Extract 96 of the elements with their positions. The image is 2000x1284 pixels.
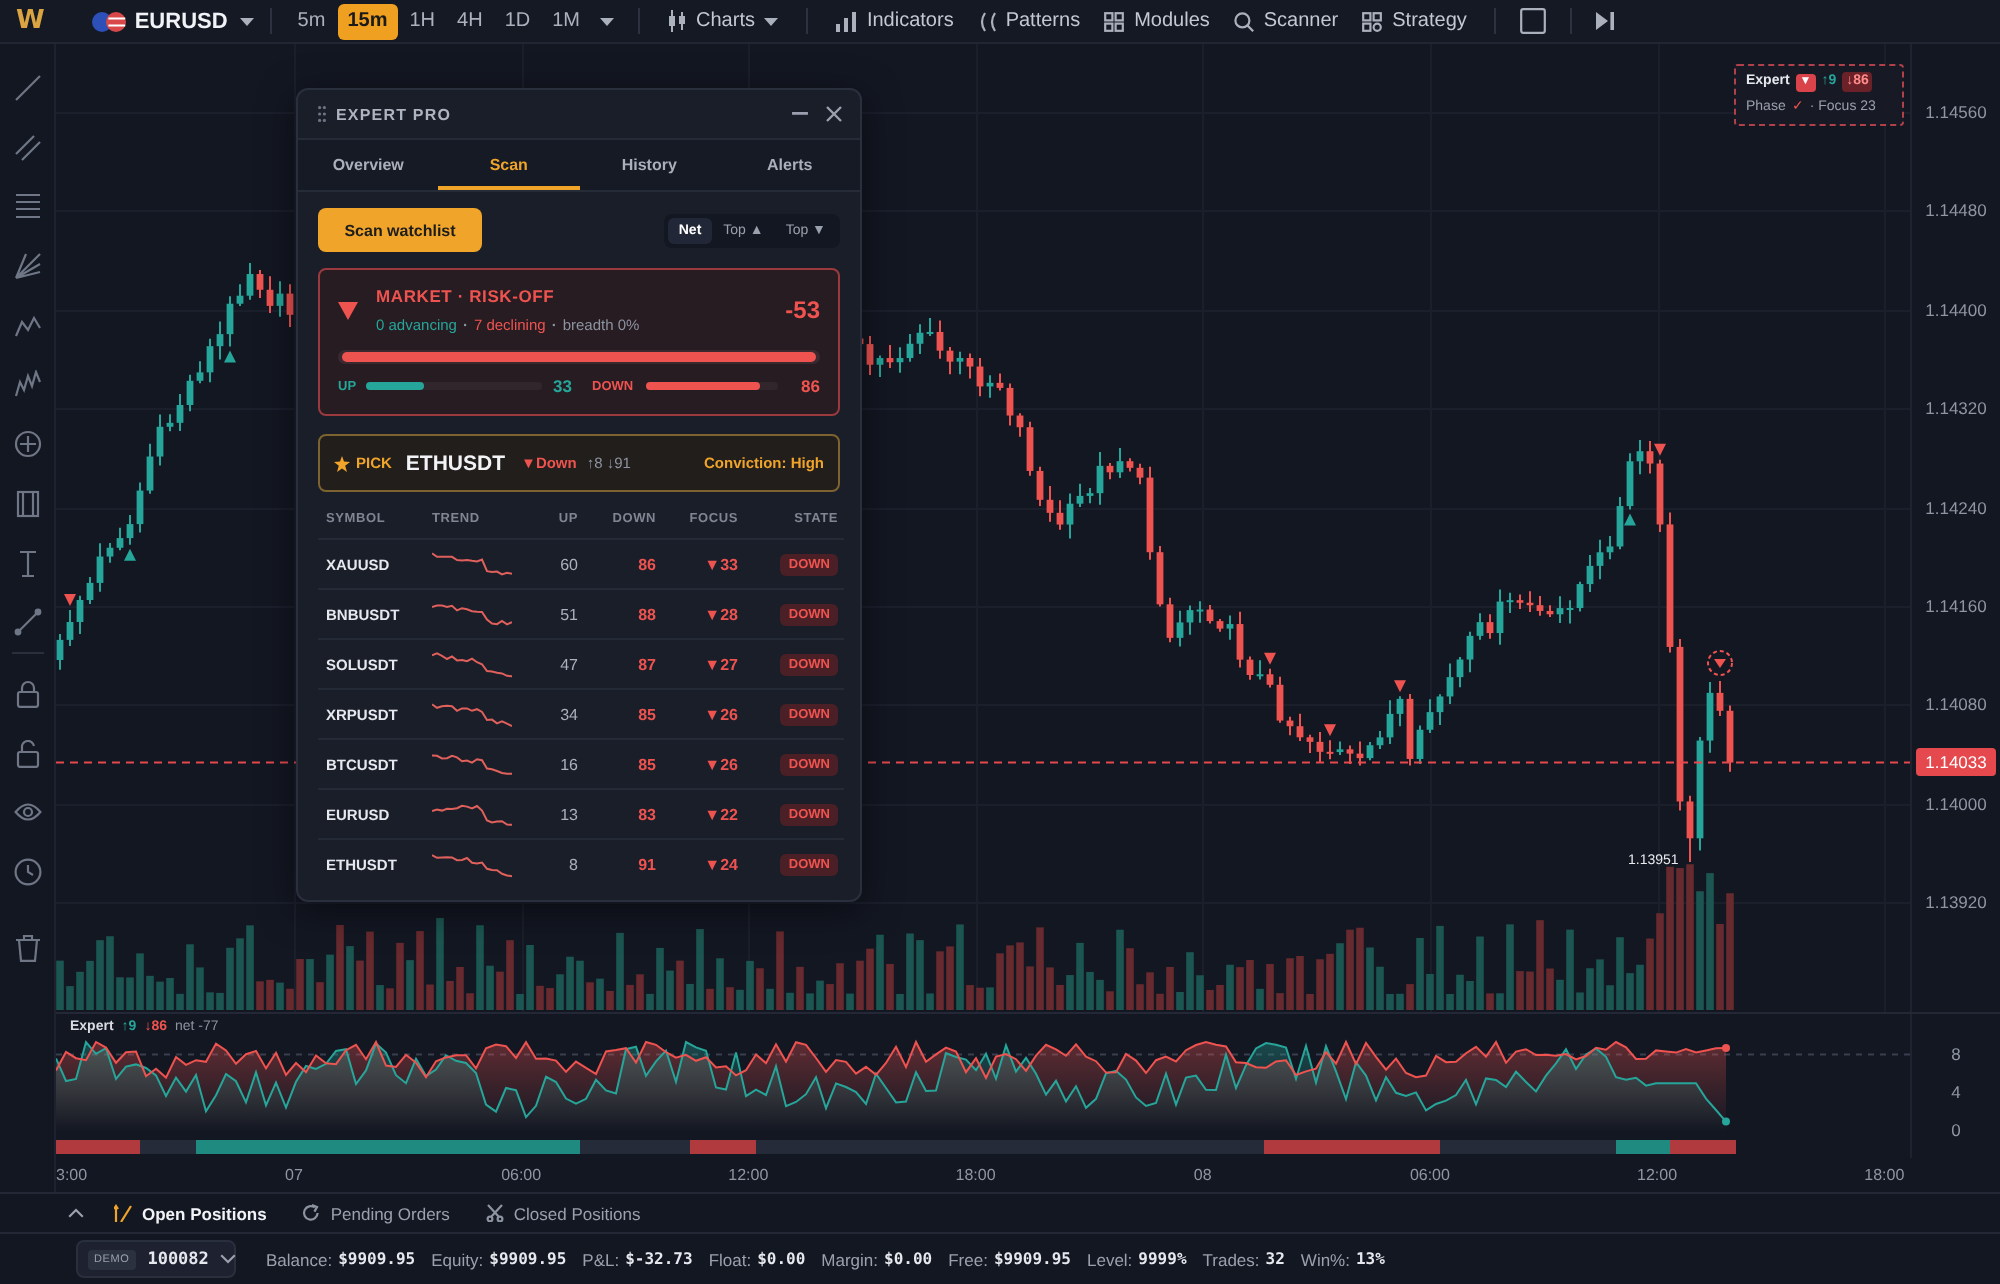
positions-tab[interactable]: Pending Orders <box>302 1197 450 1229</box>
price-axis-label: 1.14400 <box>1925 297 1987 322</box>
logo[interactable]: W <box>16 7 45 35</box>
stat-value: $9909.95 <box>489 1250 567 1268</box>
panel-tab[interactable]: History <box>579 140 720 190</box>
time-label: 06:00 <box>1409 1166 1450 1184</box>
candle-icon <box>668 10 687 32</box>
scan-button[interactable]: Scan watchlist <box>318 208 482 252</box>
bar-chart-icon <box>836 11 857 31</box>
line-segment-icon[interactable] <box>13 608 41 637</box>
wave-icon[interactable] <box>13 370 41 399</box>
price-axis-label: 1.14320 <box>1925 396 1987 421</box>
diagonal-line-icon[interactable] <box>13 74 41 102</box>
unlock-icon[interactable] <box>13 739 41 768</box>
time-label: 3:00 <box>56 1166 88 1184</box>
stat-label: Margin: <box>821 1249 879 1269</box>
caret-icon <box>239 17 254 25</box>
stat-label: Free: <box>948 1249 988 1269</box>
crosshair-icon[interactable] <box>13 430 41 459</box>
time-label: 07 <box>285 1166 303 1184</box>
caret-icon[interactable] <box>600 17 615 25</box>
price-tag: 1.14033 <box>1916 748 1996 777</box>
chevron-down-icon <box>220 1254 237 1264</box>
stat-value: $0.00 <box>757 1250 806 1268</box>
grid-icon <box>1104 11 1125 31</box>
scissors-icon <box>485 1204 504 1222</box>
price-axis-label: 1.14480 <box>1925 198 1987 223</box>
lock-icon[interactable] <box>13 679 41 708</box>
time-label: 18:00 <box>955 1166 996 1184</box>
price-axis-label: 1.14240 <box>1925 495 1987 519</box>
blocks-icon <box>1362 11 1383 31</box>
time-label: 12:00 <box>1637 1166 1678 1184</box>
menu-button[interactable]: Indicators <box>824 3 966 39</box>
eye-icon[interactable] <box>13 798 41 827</box>
menu-button[interactable]: Modules <box>1092 3 1222 39</box>
stat-label: Trades: <box>1202 1249 1260 1269</box>
stat-value: $9909.95 <box>338 1250 416 1268</box>
menu-button[interactable]: Strategy <box>1350 3 1479 39</box>
price-axis-label: 1.14000 <box>1925 791 1987 816</box>
menu-button[interactable]: Charts <box>656 3 791 39</box>
panel-tab[interactable]: Alerts <box>719 140 860 190</box>
symbol-selector[interactable]: EURUSD <box>92 3 254 39</box>
stat-value: $0.00 <box>884 1250 933 1268</box>
grip-icon[interactable] <box>318 106 326 122</box>
time-label: 12:00 <box>728 1166 769 1184</box>
search-icon <box>1233 11 1254 31</box>
price-axis-label: 1.14080 <box>1925 692 1987 717</box>
stat-label: Balance: <box>266 1249 333 1269</box>
stat-label: P&L: <box>582 1249 620 1269</box>
minimize-icon[interactable] <box>792 112 808 116</box>
chart-lines-icon <box>114 1204 132 1222</box>
flag-icon <box>92 11 127 31</box>
oscillator-axis-label: 4 <box>1951 1080 1961 1105</box>
clock-icon[interactable] <box>13 857 41 886</box>
menu-button[interactable]: Patterns <box>965 3 1093 39</box>
positions-tab[interactable]: Open Positions <box>114 1197 267 1229</box>
stat-value: 9999% <box>1138 1250 1187 1268</box>
zigzag-icon[interactable] <box>13 311 41 340</box>
time-label: 08 <box>1193 1166 1212 1184</box>
timeframe-tab[interactable]: 4H <box>447 3 493 39</box>
timeframe-tab[interactable]: 5m <box>287 3 336 39</box>
stat-label: Win%: <box>1300 1249 1350 1269</box>
oscillator-axis-label: 8 <box>1951 1042 1961 1066</box>
panel-tab[interactable]: Overview <box>298 140 439 190</box>
parallel-lines-icon[interactable] <box>13 133 41 162</box>
trash-icon[interactable] <box>13 933 41 962</box>
close-icon[interactable] <box>826 106 842 122</box>
panel-tab[interactable]: Scan <box>438 140 579 190</box>
square-icon[interactable] <box>1520 8 1547 34</box>
stat-value: $-32.73 <box>625 1250 693 1268</box>
stat-value: 32 <box>1265 1250 1285 1268</box>
circular-arrow-icon <box>302 1204 321 1222</box>
menu-button[interactable]: Scanner <box>1221 3 1351 39</box>
timeframe-tab[interactable]: 1M <box>542 3 591 39</box>
price-axis-label: 1.13920 <box>1925 890 1987 914</box>
horizontal-lines-icon[interactable] <box>13 192 41 221</box>
oscillator-axis-label: 0 <box>1951 1118 1961 1143</box>
stat-label: Level: <box>1086 1249 1133 1269</box>
rectangle-icon[interactable] <box>13 489 41 518</box>
chevron-up-icon[interactable] <box>68 1208 84 1218</box>
fan-lines-icon[interactable] <box>13 252 41 281</box>
stat-label: Float: <box>708 1249 752 1269</box>
stat-value: $9909.95 <box>993 1250 1071 1268</box>
timeframe-tab[interactable]: 1H <box>399 3 446 39</box>
price-axis-label: 1.14160 <box>1925 593 1987 618</box>
timeframe-tab[interactable]: 1D <box>494 3 541 39</box>
step-forward-icon[interactable] <box>1596 12 1615 30</box>
time-label: 06:00 <box>501 1166 542 1184</box>
stat-label: Equity: <box>431 1249 484 1269</box>
time-label: 18:00 <box>1864 1166 1905 1184</box>
panel-title: EXPERT PRO <box>336 105 454 123</box>
price-axis-label: 1.14560 <box>1925 100 1987 124</box>
arc-lines-icon <box>977 11 996 31</box>
stat-value: 13% <box>1355 1250 1385 1268</box>
positions-tab[interactable]: Closed Positions <box>485 1197 641 1229</box>
timeframe-tab[interactable]: 15m <box>337 3 398 39</box>
